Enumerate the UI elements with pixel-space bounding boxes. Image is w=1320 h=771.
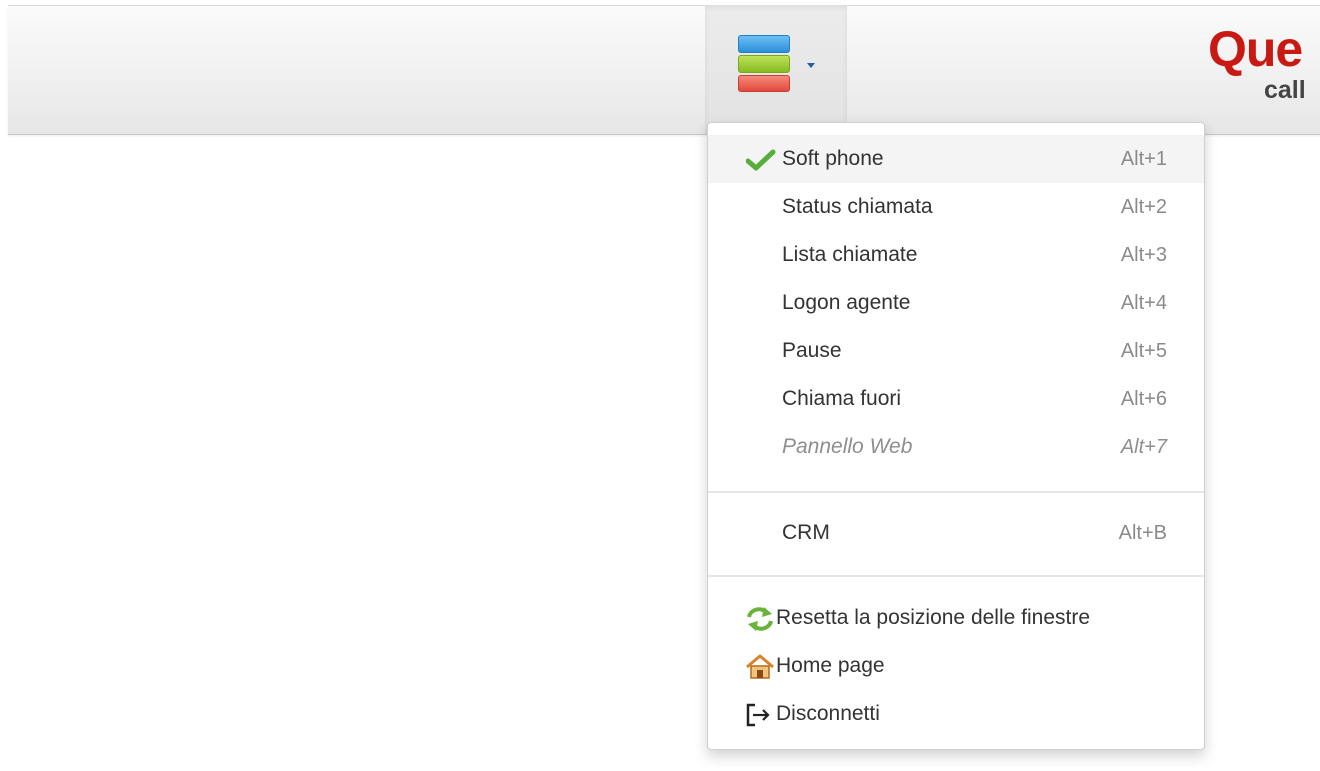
menu-item-label: CRM <box>782 521 830 544</box>
menu-item-shortcut: Alt+B <box>1118 522 1167 544</box>
main-dropdown-menu: Soft phone Alt+1 Status chiamata Alt+2 L… <box>707 122 1205 750</box>
menu-item-logon-agente[interactable]: Logon agente Alt+4 <box>708 279 1204 327</box>
menu-item-pannello-web[interactable]: Pannello Web Alt+7 <box>708 423 1204 471</box>
menu-item-label: Soft phone <box>782 147 884 170</box>
menu-item-chiama-fuori[interactable]: Chiama fuori Alt+6 <box>708 375 1204 423</box>
menu-divider <box>708 575 1204 577</box>
check-icon <box>746 149 776 171</box>
menu-item-shortcut: Alt+7 <box>1120 436 1167 458</box>
menu-item-soft-phone[interactable]: Soft phone Alt+1 <box>708 135 1204 183</box>
menu-item-label: Lista chiamate <box>782 243 918 266</box>
menu-item-crm[interactable]: CRM Alt+B <box>708 509 1204 557</box>
refresh-arrows-icon <box>747 607 773 631</box>
stack-bar-blue <box>738 35 790 53</box>
menu-item-shortcut: Alt+5 <box>1120 340 1167 362</box>
brand-logo: Que call <box>1208 24 1320 124</box>
menu-item-shortcut: Alt+6 <box>1120 388 1167 410</box>
menu-item-label: Status chiamata <box>782 195 933 218</box>
main-menu-toggle-button[interactable] <box>705 5 847 134</box>
app-page: Que call Soft phone Alt+1 Status chiamat… <box>0 0 1320 771</box>
menu-item-label: Pause <box>782 339 842 362</box>
menu-item-pause[interactable]: Pause Alt+5 <box>708 327 1204 375</box>
menu-item-shortcut: Alt+3 <box>1120 244 1167 266</box>
menu-item-lista-chiamate[interactable]: Lista chiamate Alt+3 <box>708 231 1204 279</box>
brand-subtitle: call <box>1264 76 1306 104</box>
menu-item-label: Pannello Web <box>782 435 913 458</box>
menu-item-label: Resetta la posizione delle finestre <box>776 606 1091 629</box>
home-icon <box>746 654 774 679</box>
menu-item-status-chiamata[interactable]: Status chiamata Alt+2 <box>708 183 1204 231</box>
menu-divider <box>708 491 1204 493</box>
chevron-down-icon <box>807 63 815 68</box>
menu-item-shortcut: Alt+2 <box>1120 196 1167 218</box>
menu-item-label: Disconnetti <box>776 702 880 725</box>
menu-item-disconnetti[interactable]: Disconnetti <box>708 690 1204 738</box>
top-navbar <box>8 5 1320 135</box>
menu-item-shortcut: Alt+1 <box>1120 148 1167 170</box>
menu-item-label: Home page <box>776 654 885 677</box>
logout-icon <box>746 703 770 727</box>
menu-item-label: Logon agente <box>782 291 911 314</box>
menu-item-label: Chiama fuori <box>782 387 902 410</box>
brand-name: Que <box>1208 21 1303 77</box>
stack-bar-green <box>738 55 790 73</box>
menu-item-home-page[interactable]: Home page <box>708 642 1204 690</box>
stack-bar-red <box>738 75 790 92</box>
menu-item-reset-windows[interactable]: Resetta la posizione delle finestre <box>708 594 1204 642</box>
menu-item-shortcut: Alt+4 <box>1120 292 1167 314</box>
stacked-layers-icon <box>738 35 790 92</box>
